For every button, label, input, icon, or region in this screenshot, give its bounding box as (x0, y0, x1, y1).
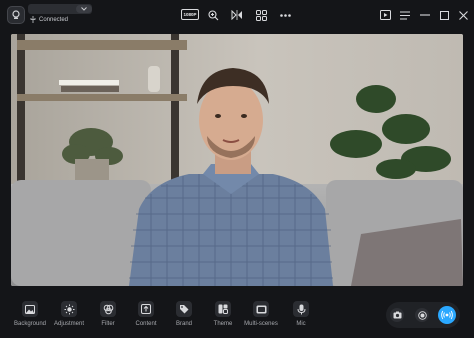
play-icon[interactable] (379, 9, 391, 21)
mic-icon (293, 301, 309, 317)
app-logo-icon[interactable] (7, 6, 25, 24)
toolbar-mic-label: Mic (296, 321, 306, 327)
record-icon[interactable] (415, 308, 429, 322)
camera-feed-image (11, 34, 463, 286)
device-dropdown-button[interactable] (76, 5, 92, 13)
scenes-icon (253, 301, 269, 317)
usb-icon (30, 16, 36, 23)
live-icon[interactable] (438, 306, 456, 324)
toolbar-background-label: Background (13, 321, 47, 327)
tag-icon (176, 301, 192, 317)
filter-icon (100, 301, 116, 317)
toolbar-multi-scenes-button[interactable]: Multi-scenes (239, 301, 283, 327)
grid-icon[interactable] (255, 9, 267, 21)
connection-status-text: Connected (39, 16, 69, 23)
mirror-icon[interactable] (231, 9, 243, 21)
camera-icon[interactable] (390, 308, 404, 322)
more-icon[interactable] (279, 9, 291, 21)
toolbar-filter-label: Filter (101, 321, 115, 327)
maximize-icon[interactable] (438, 9, 450, 21)
toolbar-adjustment-label: Adjustment (53, 321, 84, 327)
chevron-down-icon (81, 7, 87, 11)
image-icon (22, 301, 38, 317)
theme-icon (215, 301, 231, 317)
toolbar-content-label: Content (135, 321, 157, 327)
upload-icon (138, 301, 154, 317)
menu-icon[interactable] (399, 9, 411, 21)
camera-preview (11, 34, 463, 286)
close-icon[interactable] (457, 9, 469, 21)
toolbar-background-button[interactable]: Background (8, 301, 52, 327)
connection-status: Connected (30, 16, 68, 23)
minimize-icon[interactable] (419, 9, 431, 21)
toolbar-mic-button[interactable]: Mic (279, 301, 323, 327)
toolbar-brand-label: Brand (175, 321, 192, 327)
resolution-badge[interactable]: 1080P (181, 9, 199, 20)
toolbar-multi-scenes-label: Multi-scenes (244, 321, 278, 327)
toolbar-adjustment-button[interactable]: Adjustment (47, 301, 91, 327)
toolbar-theme-label: Theme (213, 321, 233, 327)
sun-icon (61, 301, 77, 317)
toolbar-brand-button[interactable]: Brand (162, 301, 206, 327)
zoom-in-icon[interactable] (207, 9, 219, 21)
title-bar: Connected 1080P (0, 0, 474, 30)
